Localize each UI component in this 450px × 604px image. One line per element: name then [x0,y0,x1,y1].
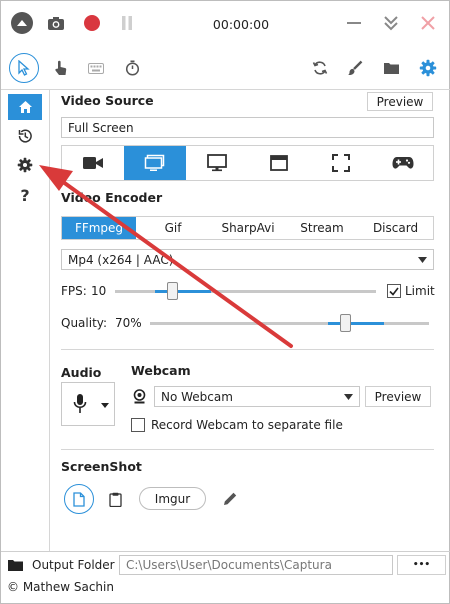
output-folder-icon[interactable] [6,557,24,573]
limit-label: Limit [405,284,435,298]
quality-value: 70% [115,316,142,330]
record-icon[interactable] [84,15,100,31]
save-to-disk-button[interactable] [64,484,94,514]
fps-slider-track [115,290,376,293]
clipboard-icon [108,492,122,507]
timer-display: 00:00:00 [212,16,270,32]
output-folder-label: Output Folder [32,558,115,572]
source-full-screen-button[interactable] [124,146,186,180]
source-monitor-button[interactable] [186,146,248,180]
webcam-separate-file-checkbox[interactable] [131,418,145,432]
output-folder-more-button[interactable]: ••• [397,555,446,575]
cursor-icon[interactable] [9,53,39,83]
chevron-down-icon [101,403,109,408]
click-icon[interactable] [51,58,71,78]
timer-icon[interactable] [122,58,142,78]
source-game-button[interactable] [372,146,434,180]
audio-title: Audio [61,365,102,380]
quality-slider[interactable] [150,313,429,333]
webcam-divider [61,449,434,450]
fps-slider[interactable] [115,281,376,301]
tab-discard[interactable]: Discard [358,217,433,239]
webcam-title: Webcam [131,363,191,378]
source-camera-button[interactable] [62,146,124,180]
edit-screenshot-button[interactable] [220,488,240,508]
quality-slider-thumb[interactable] [340,314,352,332]
gamepad-icon [392,156,414,170]
home-icon[interactable] [8,94,42,120]
settings-icon[interactable] [15,155,35,175]
source-region-button[interactable] [310,146,372,180]
chevron-down-icon [344,394,353,400]
brush-icon[interactable] [345,58,365,78]
quality-slider-fill [328,322,385,325]
region-icon [332,154,350,172]
help-icon[interactable]: ? [15,184,35,206]
fps-slider-thumb[interactable] [167,282,179,300]
limit-checkbox[interactable] [387,284,401,298]
tab-ffmpeg[interactable]: FFmpeg [62,217,136,239]
webcam-preview-button[interactable]: Preview [365,386,431,407]
menu-up-icon[interactable] [11,12,33,34]
app-window: 00:00:00 ? Video Source Preview Full Scr… [0,0,450,604]
tab-stream[interactable]: Stream [286,217,358,239]
output-folder-path[interactable]: C:\Users\User\Documents\Captura [119,555,393,575]
output-divider [1,551,450,552]
video-source-title: Video Source [61,93,154,108]
pencil-icon [223,491,238,506]
quality-label: Quality: [61,316,108,330]
gear-icon[interactable] [417,57,439,79]
monitor-icon [207,154,227,172]
pause-icon[interactable] [119,14,135,32]
webcam-select-value: No Webcam [161,389,233,404]
chevron-down-icon [418,257,427,263]
encoder-tabs: FFmpeg Gif SharpAvi Stream Discard [61,216,434,240]
quality-slider-track [150,322,429,325]
microphone-icon [73,393,87,415]
sidebar-divider [49,89,50,551]
fps-label: FPS: [61,284,87,298]
refresh-icon[interactable] [310,58,330,78]
codec-select-value: Mp4 (x264 | AAC) [68,252,174,267]
clipboard-button[interactable] [105,488,125,510]
toolbar-divider [1,89,450,90]
file-icon [73,491,85,507]
video-source-selector [61,145,434,181]
audio-source-button[interactable] [61,382,115,426]
video-source-field[interactable]: Full Screen [61,117,434,138]
source-window-button[interactable] [248,146,310,180]
folder-icon[interactable] [381,58,401,78]
tab-sharpavi[interactable]: SharpAvi [210,217,286,239]
close-icon[interactable] [418,13,438,33]
window-icon [270,155,288,171]
video-encoder-title: Video Encoder [61,190,163,205]
fps-slider-fill [155,290,212,293]
minimize-icon[interactable] [345,14,363,32]
imgur-button[interactable]: Imgur [139,487,206,510]
collapse-icon[interactable] [381,13,401,33]
tab-gif[interactable]: Gif [136,217,210,239]
encoder-divider [61,349,434,350]
footer-author: © Mathew Sachin [7,580,114,594]
camera-icon[interactable] [45,13,67,33]
history-icon[interactable] [15,126,35,146]
screenshot-title: ScreenShot [61,459,142,474]
webcam-icon [131,388,147,404]
full-screen-icon [144,154,166,172]
webcam-select[interactable]: No Webcam [154,386,360,407]
camera-video-icon [82,155,104,171]
video-source-preview-button[interactable]: Preview [367,92,433,111]
webcam-separate-file-label: Record Webcam to separate file [151,418,343,432]
codec-select[interactable]: Mp4 (x264 | AAC) [61,249,434,270]
fps-value: 10 [91,284,107,298]
keyboard-icon[interactable] [87,59,105,77]
